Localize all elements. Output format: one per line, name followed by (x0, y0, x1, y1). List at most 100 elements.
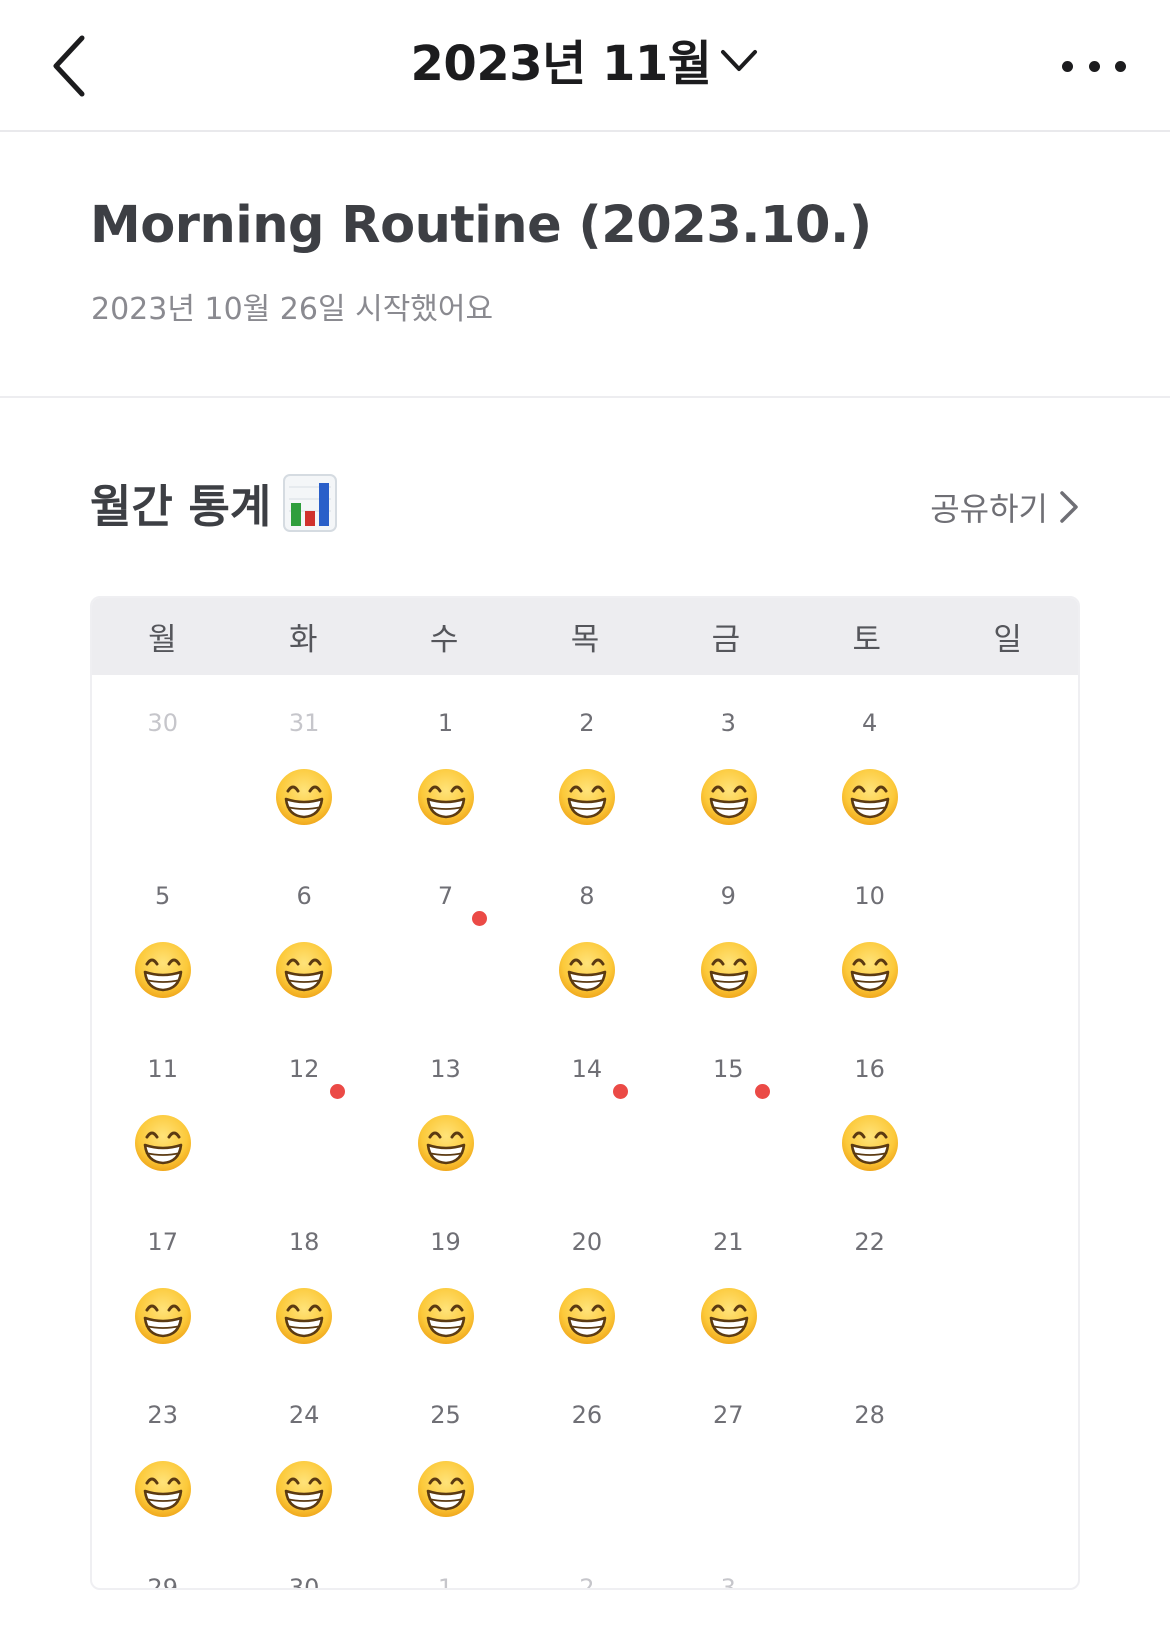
missed-dot (613, 1084, 629, 1099)
day-number: 15 (712, 1055, 744, 1083)
stats-title: 월간 통계 (90, 480, 272, 533)
routine-start-date: 2023년 10월 26일 시작했어요 (91, 292, 494, 327)
day-number: 5 (155, 882, 171, 910)
calendar-day[interactable]: 14 (516, 1021, 657, 1194)
bar-chart-icon (283, 473, 338, 533)
calendar: 월 화 수 목 금 토 일 30 31 1 2 3 4 5 6 7 8 9 10 11 12 13 14 15 1… (90, 596, 1080, 1590)
day-number: 6 (296, 882, 312, 910)
day-number: 25 (430, 1401, 461, 1429)
calendar-day[interactable]: 26 (516, 1367, 657, 1540)
weekday-header: 월 화 수 목 금 토 일 (92, 598, 1078, 675)
day-number: 19 (430, 1228, 461, 1256)
top-bar: 2023년 11월 (0, 0, 1170, 132)
calendar-day[interactable]: 6 (233, 848, 374, 1021)
day-number: 18 (288, 1228, 320, 1256)
calendar-day[interactable]: 20 (516, 1194, 657, 1367)
calendar-day[interactable]: 27 (658, 1367, 799, 1540)
grinning-face-icon (416, 1459, 476, 1519)
grinning-face-icon (840, 767, 900, 827)
calendar-day[interactable]: 1 (375, 1540, 516, 1590)
more-dot (1088, 60, 1100, 72)
month-selector[interactable]: 2023년 11월 (0, 24, 1170, 94)
routine-title: Morning Routine (2023.10.) (90, 196, 872, 255)
grinning-face-icon (133, 1286, 193, 1346)
day-number: 2 (579, 709, 595, 737)
stats-title-row: 월간 통계 (90, 470, 338, 535)
day-number: 27 (712, 1401, 744, 1429)
share-button[interactable]: 공유하기 (930, 484, 1080, 530)
grinning-face-icon (274, 940, 334, 1000)
calendar-day[interactable]: 22 (799, 1194, 940, 1367)
calendar-day[interactable]: 18 (233, 1194, 374, 1367)
calendar-day[interactable]: 16 (799, 1021, 940, 1194)
weekday-label: 일 (993, 622, 1022, 658)
month-title: 2023년 11월 (410, 36, 712, 92)
calendar-day[interactable]: 21 (658, 1194, 799, 1367)
day-number: 13 (430, 1055, 461, 1083)
calendar-day[interactable]: 11 (92, 1021, 233, 1194)
calendar-day[interactable]: 8 (516, 848, 657, 1021)
calendar-day[interactable]: 30 (233, 1540, 374, 1588)
grinning-face-icon (840, 940, 900, 1000)
grinning-face-icon (133, 940, 193, 1000)
calendar-day[interactable]: 7 (375, 848, 516, 1021)
weekday-label: 월 (148, 622, 177, 658)
grinning-face-icon (416, 1286, 476, 1346)
day-number: 21 (712, 1228, 744, 1256)
day-number: 1 (437, 709, 454, 737)
grinning-face-icon (699, 767, 759, 827)
calendar-day[interactable]: 2 (516, 1540, 657, 1588)
calendar-day[interactable]: 24 (233, 1367, 374, 1540)
day-number: 8 (579, 882, 595, 910)
weekday-label: 토 (852, 622, 881, 658)
more-dot (1115, 60, 1126, 72)
calendar-grid: 30 31 1 2 3 4 5 6 7 8 9 10 11 12 13 14 15 16 17 18 19 20 21 22 2… (92, 675, 1078, 1590)
calendar-day[interactable]: 31 (233, 675, 374, 848)
calendar-day[interactable]: 4 (799, 675, 940, 848)
calendar-day[interactable]: 13 (375, 1021, 516, 1194)
grinning-face-icon (699, 940, 759, 1000)
grinning-face-icon (274, 1286, 334, 1346)
calendar-day[interactable]: 3 (658, 1540, 799, 1590)
grinning-face-icon (274, 767, 334, 827)
calendar-day[interactable]: 1 (375, 675, 516, 848)
calendar-day[interactable]: 17 (92, 1194, 233, 1367)
calendar-day[interactable]: 3 (658, 675, 799, 848)
weekday-label: 목 (570, 622, 600, 658)
calendar-day[interactable]: 19 (375, 1194, 516, 1367)
day-number: 29 (147, 1574, 178, 1590)
calendar-day[interactable]: 9 (658, 848, 799, 1021)
grinning-face-icon (557, 1286, 617, 1346)
calendar-day[interactable]: 5 (92, 848, 233, 1021)
grinning-face-icon (416, 1113, 476, 1173)
day-number: 3 (720, 709, 736, 737)
day-number: 28 (854, 1401, 885, 1429)
calendar-day[interactable]: 23 (92, 1367, 233, 1540)
calendar-day[interactable]: 30 (92, 675, 233, 848)
calendar-day[interactable]: 2 (516, 675, 657, 848)
day-number: 3 (720, 1574, 736, 1590)
monthly-stats-header: 월간 통계 공유하기 (90, 466, 1080, 540)
grinning-face-icon (133, 1459, 193, 1519)
day-number: 11 (147, 1055, 178, 1083)
chevron-right-icon (1058, 489, 1080, 525)
grinning-face-icon (840, 1113, 900, 1173)
missed-dot (754, 1084, 770, 1099)
calendar-day[interactable]: 28 (799, 1367, 940, 1540)
day-number: 9 (720, 882, 736, 910)
grinning-face-icon (274, 1459, 334, 1519)
day-number: 1 (437, 1574, 454, 1590)
calendar-day[interactable]: 25 (375, 1367, 516, 1540)
chevron-down-icon (719, 42, 759, 76)
more-button[interactable] (1062, 46, 1126, 86)
calendar-day[interactable]: 12 (233, 1021, 374, 1194)
calendar-day[interactable]: 10 (799, 848, 940, 1021)
calendar-day[interactable]: 15 (658, 1021, 799, 1194)
grinning-face-icon (699, 1286, 759, 1346)
share-label: 공유하기 (930, 490, 1048, 528)
day-number: 26 (571, 1401, 603, 1429)
weekday-label: 수 (429, 622, 459, 658)
more-dot (1062, 60, 1073, 72)
grinning-face-icon (416, 767, 476, 827)
calendar-day[interactable]: 29 (92, 1540, 233, 1590)
